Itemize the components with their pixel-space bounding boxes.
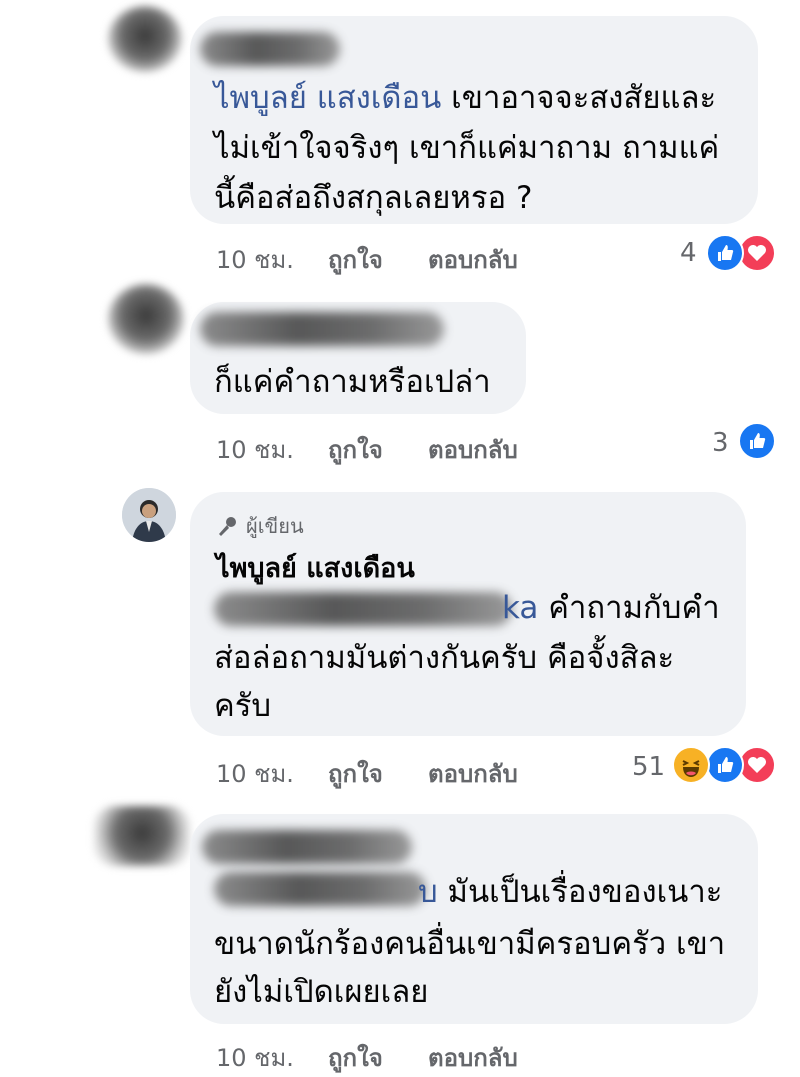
redacted-commenter-name[interactable] [200,32,340,66]
author-badge-label: ผู้เขียน [246,514,304,538]
commenter-avatar[interactable] [108,6,182,72]
mention-link[interactable]: บ [418,874,438,910]
commenter-avatar[interactable] [108,284,184,354]
haha-reaction-icon [672,746,710,784]
like-button[interactable]: ถูกใจ [328,430,383,469]
like-reaction-icon [706,234,744,272]
comment-text-line: ka คำถามกับคำ [502,582,720,634]
comment-text: ยังไม่เปิดเผยเลย [214,974,429,1010]
timestamp[interactable]: 10 ชม. [216,240,294,279]
comment-text-line: ไพบูลย์ แสงเดือน เขาอาจจะสงสัยและ [214,72,716,124]
like-button[interactable]: ถูกใจ [328,754,383,793]
comment-meta: 10 ชม. ถูกใจ ตอบกลับ [216,240,616,274]
redacted-mention[interactable] [214,592,512,626]
like-button[interactable]: ถูกใจ [328,240,383,279]
reaction-count[interactable]: 3 [712,428,729,458]
redacted-mention[interactable] [214,872,426,906]
comment-text: มันเป็นเรื่องของเนาะ [447,874,723,910]
comment-text: เขาอาจจะสงสัยและ [451,80,717,116]
reply-button[interactable]: ตอบกลับ [428,240,518,279]
commenter-avatar[interactable] [94,806,190,866]
like-button[interactable]: ถูกใจ [328,1038,383,1077]
author-name[interactable]: ไพบูลย์ แสงเดือน [216,546,415,589]
like-reaction-icon [706,746,744,784]
author-avatar[interactable] [122,488,176,542]
comment-text: นี้คือส่อถึงสกุลเลยหรอ ? [214,180,533,216]
comment-text: ครับ [214,688,272,724]
comment-text: ส่อล่อถามมันต่างกันครับ คือจั้งสิละ [214,640,675,676]
redacted-commenter-name[interactable] [200,312,444,346]
mention-link[interactable]: ka [502,590,538,626]
reply-button[interactable]: ตอบกลับ [428,1038,518,1077]
comment-text: คำถามกับคำ [548,590,720,626]
reaction-count[interactable]: 4 [680,238,697,268]
comment-text: ก็แค่คำถามหรือเปล่า [214,364,491,400]
reply-button[interactable]: ตอบกลับ [428,430,518,469]
reaction-count[interactable]: 51 [632,752,665,782]
reply-button[interactable]: ตอบกลับ [428,754,518,793]
comment-meta: 10 ชม. ถูกใจ ตอบกลับ [216,754,616,788]
timestamp[interactable]: 10 ชม. [216,430,294,469]
comment-text: ขนาดนักร้องคนอื่นเขามีครอบครัว เขา [214,926,726,962]
comment-text-line: บ มันเป็นเรื่องของเนาะ [418,866,722,918]
comment-meta: 10 ชม. ถูกใจ ตอบกลับ [216,430,616,464]
microphone-icon [219,517,236,536]
redacted-commenter-name[interactable] [202,830,412,864]
comment-meta: 10 ชม. ถูกใจ ตอบกลับ [216,1038,616,1072]
comment-text: ไม่เข้าใจจริงๆ เขาก็แค่มาถาม ถามแค่ [214,130,720,166]
timestamp[interactable]: 10 ชม. [216,1038,294,1077]
author-badge: ผู้เขียน [216,510,304,542]
timestamp[interactable]: 10 ชม. [216,754,294,793]
like-reaction-icon [738,422,776,460]
mention-link[interactable]: ไพบูลย์ แสงเดือน [214,80,441,116]
